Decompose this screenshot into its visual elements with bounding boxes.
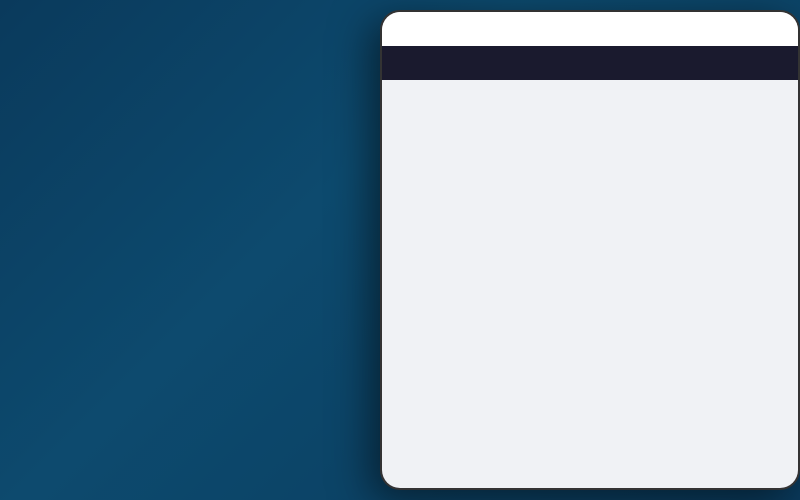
- my-records-section: [382, 12, 798, 46]
- left-section: [0, 210, 340, 290]
- tablet: [380, 10, 800, 490]
- tablet-wrapper: [380, 10, 800, 500]
- recently-played-section: [382, 46, 798, 80]
- tablet-screen[interactable]: [382, 12, 798, 488]
